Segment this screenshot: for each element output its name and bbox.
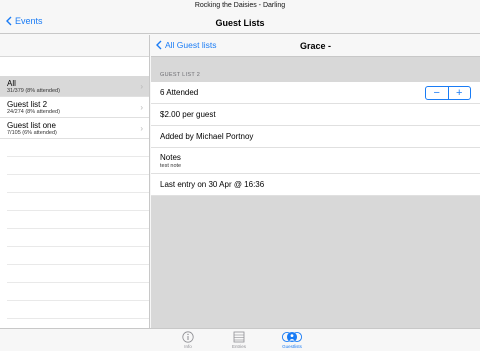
sidebar-item-guest-list-one[interactable]: Guest list one 7/105 (6% attended) › [0,118,149,139]
tab-guestlists[interactable]: Guestlists [272,331,312,349]
attended-row: 6 Attended − + [151,82,480,104]
sidebar-item-subtitle: 24/274 (8% attended) [7,109,60,115]
tab-guestlists-label: Guestlists [282,344,302,349]
chevron-right-icon: › [140,82,143,91]
tab-info-label: Info [184,344,192,349]
sidebar-header [0,35,149,57]
empty-row [7,193,149,211]
attended-count: 6 Attended [160,88,199,97]
price-row: $2.00 per guest [151,104,480,126]
guest-detail-rows: 6 Attended − + $2.00 per guest Added by … [151,82,480,196]
tab-entries[interactable]: Entries [219,331,259,349]
empty-row [7,175,149,193]
tab-entries-label: Entries [231,344,246,349]
guest-detail-pane: All Guest lists Grace - GUEST LIST 2 6 A… [151,35,480,328]
notes-label: Notes [160,152,181,162]
page-title: Guest Lists [215,18,265,28]
increment-button[interactable]: + [447,87,471,99]
section-header: GUEST LIST 2 [160,72,201,78]
price-text: $2.00 per guest [160,110,216,119]
empty-row [7,229,149,247]
sidebar-item-subtitle: 31/379 (8% attended) [7,88,60,94]
notes-value: test note [160,162,182,169]
tab-info[interactable]: Info [168,331,208,349]
empty-row [7,139,149,157]
guest-list-list: All 31/379 (8% attended) › Guest list 2 … [0,76,149,319]
guest-name-title: Grace - [299,41,332,51]
people-icon [281,331,303,343]
sidebar-item-title: Guest list one [7,121,56,130]
notes-row[interactable]: Notes test note [151,148,480,174]
added-by-text: Added by Michael Portnoy [160,132,254,141]
detail-navigation-bar: All Guest lists Grace - [151,35,480,57]
status-bar-title: Rocking the Daisies - Darling [194,2,286,9]
attended-stepper: − + [425,86,471,100]
last-entry-row: Last entry on 30 Apr @ 16:36 [151,174,480,196]
guest-list-sidebar: All 31/379 (8% attended) › Guest list 2 … [0,35,150,328]
navigation-bar: Events Guest Lists [0,12,480,34]
decrement-button[interactable]: − [426,87,448,99]
empty-row [7,265,149,283]
tab-bar: Info Entries Guestlists [0,328,480,351]
sidebar-item-subtitle: 7/105 (6% attended) [7,130,57,136]
chevron-right-icon: › [140,103,143,112]
sidebar-item-guest-list-2[interactable]: Guest list 2 24/274 (8% attended) › [0,97,149,118]
sidebar-item-all[interactable]: All 31/379 (8% attended) › [0,76,149,97]
sidebar-item-title: Guest list 2 [7,100,48,109]
chevron-right-icon: › [140,124,143,133]
last-entry-text: Last entry on 30 Apr @ 16:36 [160,180,265,189]
empty-row [7,211,149,229]
empty-row [7,319,149,328]
empty-row [7,301,149,319]
list-icon [233,331,245,343]
empty-row [7,247,149,265]
info-icon [182,331,194,343]
sidebar-item-title: All [7,79,16,88]
empty-rows [7,139,149,328]
added-by-row: Added by Michael Portnoy [151,126,480,148]
empty-row [7,157,149,175]
status-bar: Rocking the Daisies - Darling [0,0,480,12]
empty-row [7,283,149,301]
